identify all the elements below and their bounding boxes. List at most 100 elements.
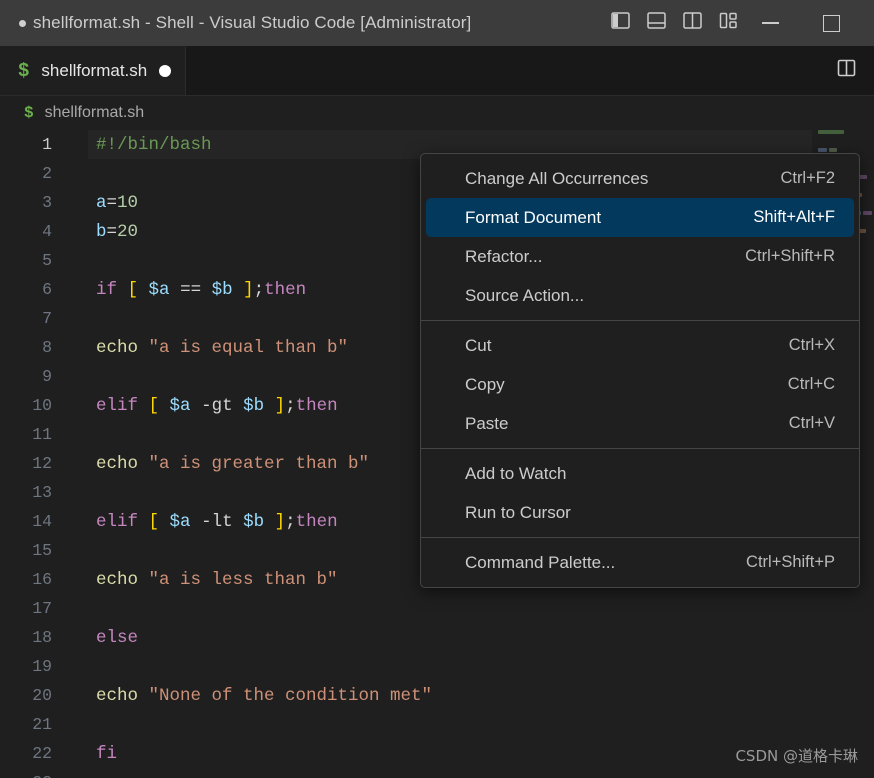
- code-token: then: [295, 511, 338, 532]
- line-number: 7: [42, 309, 52, 328]
- line-number: 10: [32, 396, 52, 415]
- toggle-primary-sidebar-icon[interactable]: [611, 12, 630, 34]
- menu-item-label: Refactor...: [465, 246, 543, 266]
- code-token: 10: [117, 192, 139, 213]
- code-line[interactable]: 20 echo "None of the condition met": [0, 681, 874, 710]
- menu-item-refactor[interactable]: Refactor... Ctrl+Shift+R: [426, 237, 854, 276]
- code-token: 20: [117, 221, 139, 242]
- menu-item-label: Command Palette...: [465, 552, 616, 572]
- breadcrumb-label[interactable]: shellformat.sh: [45, 104, 145, 122]
- code-token: then: [295, 395, 338, 416]
- code-token: ]: [274, 395, 286, 416]
- window-controls: [762, 14, 840, 32]
- code-token: a: [96, 192, 107, 213]
- menu-item-paste[interactable]: Paste Ctrl+V: [426, 404, 854, 443]
- menu-item-label: Cut: [465, 335, 492, 355]
- shell-file-icon: $: [18, 59, 30, 82]
- menu-item-shortcut: Ctrl+F2: [780, 169, 835, 187]
- menu-item-source-action[interactable]: Source Action...: [426, 276, 854, 315]
- toggle-secondary-sidebar-icon[interactable]: [683, 12, 702, 34]
- watermark: CSDN @道格卡琳: [735, 747, 858, 765]
- code-token: [: [127, 279, 139, 300]
- menu-item-cut[interactable]: Cut Ctrl+X: [426, 326, 854, 365]
- code-token: "a is greater than b": [148, 453, 370, 474]
- context-menu-groups: Change All Occurrences Ctrl+F2 Format Docu…: [421, 159, 859, 582]
- unsaved-indicator-icon[interactable]: [159, 65, 172, 77]
- menu-item-copy[interactable]: Copy Ctrl+C: [426, 365, 854, 404]
- menu-item-command-palette[interactable]: Command Palette... Ctrl+Shift+P: [426, 543, 854, 582]
- menu-item-label: Copy: [465, 374, 505, 394]
- split-editor-right-icon[interactable]: [837, 59, 856, 82]
- code-token: else: [96, 627, 139, 648]
- toggle-panel-icon[interactable]: [647, 12, 666, 34]
- code-token: elif: [96, 395, 149, 416]
- menu-item-label: Add to Watch: [465, 463, 567, 483]
- code-line[interactable]: 19: [0, 652, 874, 681]
- code-token: if: [96, 279, 128, 300]
- line-number: 14: [32, 512, 52, 531]
- code-token: #!/bin/bash: [96, 134, 212, 155]
- code-token: echo: [96, 453, 149, 474]
- code-line[interactable]: 17: [0, 594, 874, 623]
- menu-item-shortcut: Shift+Alt+F: [753, 208, 835, 226]
- code-line[interactable]: 18 else: [0, 623, 874, 652]
- code-token: $a: [169, 395, 191, 416]
- line-number: 9: [42, 367, 52, 386]
- code-line-text[interactable]: #!/bin/bash: [52, 135, 874, 155]
- vscode-window: shellformat.sh - Shell - Visual Studio C…: [0, 0, 874, 778]
- maximize-button[interactable]: [823, 14, 840, 32]
- customize-layout-icon[interactable]: [719, 12, 738, 34]
- line-number: 18: [32, 628, 52, 647]
- code-token: [: [148, 511, 160, 532]
- editor-tab-shellformat[interactable]: $ shellformat.sh: [0, 46, 187, 95]
- menu-item-label: Source Action...: [465, 285, 585, 305]
- line-number: 16: [32, 570, 52, 589]
- code-token: "a is less than b": [148, 569, 338, 590]
- menu-item-run-to-cursor[interactable]: Run to Cursor: [426, 493, 854, 532]
- code-token: echo: [96, 685, 149, 706]
- code-token: "a is equal than b": [148, 337, 349, 358]
- line-number: 6: [42, 280, 52, 299]
- code-token: =: [106, 192, 118, 213]
- tab-bar-spacer: [186, 46, 837, 95]
- code-line-text[interactable]: else: [52, 628, 874, 648]
- code-token: ]: [243, 279, 254, 300]
- menu-item-label: Change All Occurrences: [465, 168, 649, 188]
- menu-item-shortcut: Ctrl+Shift+R: [745, 247, 835, 265]
- line-number: 4: [42, 222, 52, 241]
- line-number: 12: [32, 454, 52, 473]
- menu-item-shortcut: Ctrl+C: [787, 375, 835, 393]
- code-token: $b: [211, 279, 233, 300]
- code-token: ]: [274, 511, 286, 532]
- title-bar: shellformat.sh - Shell - Visual Studio C…: [0, 0, 874, 46]
- breadcrumb[interactable]: $ shellformat.sh: [0, 96, 874, 130]
- menu-item-shortcut: Ctrl+Shift+P: [746, 553, 835, 571]
- line-number: 21: [32, 715, 52, 734]
- menu-item-add-to-watch[interactable]: Add to Watch: [426, 454, 854, 493]
- editor-context-menu[interactable]: Change All Occurrences Ctrl+F2 Format Docu…: [420, 153, 860, 588]
- code-token: $a: [148, 279, 170, 300]
- line-number: 15: [32, 541, 52, 560]
- menu-item-format-document[interactable]: Format Document Shift+Alt+F: [426, 198, 854, 237]
- editor-tab-label: shellformat.sh: [41, 61, 148, 80]
- code-line[interactable]: 21: [0, 710, 874, 739]
- code-token: b: [96, 221, 107, 242]
- code-line-text[interactable]: echo "None of the condition met": [52, 686, 874, 706]
- line-number: 19: [32, 657, 52, 676]
- line-number: 5: [42, 251, 52, 270]
- code-token: ;: [253, 279, 265, 300]
- code-line[interactable]: 23: [0, 768, 874, 778]
- menu-separator: [421, 448, 859, 449]
- line-number: 1: [42, 135, 52, 154]
- line-number: 3: [42, 193, 52, 212]
- minimize-button[interactable]: [762, 22, 779, 24]
- code-token: ;: [285, 395, 296, 416]
- menu-item-change-all-occurrences[interactable]: Change All Occurrences Ctrl+F2: [426, 159, 854, 198]
- line-number: 8: [42, 338, 52, 357]
